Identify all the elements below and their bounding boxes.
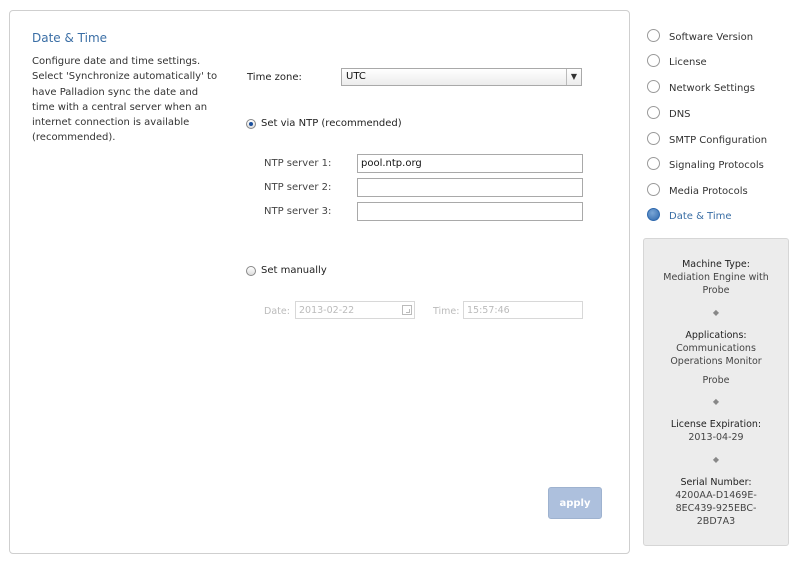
separator-icon: ◆	[712, 397, 720, 406]
timezone-select[interactable]: UTC ▼	[341, 68, 582, 86]
step-label: DNS	[669, 109, 691, 120]
step-network-settings[interactable]: Network Settings	[647, 80, 797, 99]
manual-radio[interactable]	[246, 266, 256, 276]
step-label: Date & Time	[669, 211, 732, 222]
step-label: Network Settings	[669, 83, 755, 94]
machine-type-value: Mediation Engine with	[663, 272, 769, 283]
step-circle-icon	[647, 80, 660, 93]
calendar-icon[interactable]	[402, 305, 412, 315]
date-value: 2013-02-22	[299, 305, 355, 316]
system-info-box: Machine Type: Mediation Engine with Prob…	[643, 238, 789, 546]
ntp-server-3-input[interactable]	[357, 202, 583, 221]
separator-icon: ◆	[712, 308, 720, 317]
step-smtp-configuration[interactable]: SMTP Configuration	[647, 132, 797, 151]
time-input[interactable]: 15:57:46	[463, 301, 583, 319]
step-license[interactable]: License	[647, 54, 797, 73]
step-circle-icon	[647, 54, 660, 67]
date-label: Date:	[264, 306, 290, 317]
applications-value: Communications	[676, 343, 756, 354]
manual-radio-label[interactable]: Set manually	[261, 265, 327, 276]
step-date-time[interactable]: Date & Time	[647, 208, 797, 227]
section-description: Configure date and time settings. Select…	[32, 56, 218, 144]
step-dns[interactable]: DNS	[647, 106, 797, 125]
step-circle-icon	[647, 157, 660, 170]
step-circle-active-icon	[647, 208, 660, 221]
ntp-server-3-label: NTP server 3:	[264, 206, 332, 217]
ntp-server-1-input[interactable]: pool.ntp.org	[357, 154, 583, 173]
applications-value: Probe	[702, 375, 730, 386]
step-circle-icon	[647, 106, 660, 119]
settings-panel: Date & Time Configure date and time sett…	[9, 10, 630, 554]
apply-button[interactable]: apply	[548, 487, 602, 519]
license-expiration-label: License Expiration:	[670, 419, 762, 430]
time-value: 15:57:46	[467, 305, 510, 316]
serial-number-value: 4200AA-D1469E-	[675, 490, 757, 501]
ntp-radio-label[interactable]: Set via NTP (recommended)	[261, 118, 402, 129]
time-label: Time:	[433, 306, 460, 317]
machine-type-value: Probe	[702, 285, 730, 296]
serial-number-label: Serial Number:	[680, 477, 752, 488]
step-label: Software Version	[669, 32, 754, 43]
step-label: License	[669, 57, 707, 68]
section-title: Date & Time	[32, 31, 108, 45]
ntp-radio[interactable]	[246, 119, 256, 129]
step-media-protocols[interactable]: Media Protocols	[647, 183, 797, 202]
chevron-down-icon: ▼	[566, 69, 581, 85]
date-input[interactable]: 2013-02-22	[295, 301, 415, 319]
step-signaling-protocols[interactable]: Signaling Protocols	[647, 157, 797, 176]
step-circle-icon	[647, 132, 660, 145]
timezone-value: UTC	[346, 71, 366, 82]
timezone-label: Time zone:	[247, 72, 302, 83]
step-circle-icon	[647, 183, 660, 196]
step-label: Signaling Protocols	[669, 160, 764, 171]
ntp-server-1-label: NTP server 1:	[264, 158, 332, 169]
machine-type-label: Machine Type:	[682, 259, 750, 270]
step-label: Media Protocols	[669, 186, 748, 197]
ntp-server-2-label: NTP server 2:	[264, 182, 332, 193]
serial-number-value: 8EC439-925EBC-	[675, 503, 757, 514]
applications-label: Applications:	[685, 330, 747, 341]
ntp-server-2-input[interactable]	[357, 178, 583, 197]
step-label: SMTP Configuration	[669, 135, 768, 146]
step-circle-icon	[647, 29, 660, 42]
applications-value: Operations Monitor	[670, 356, 762, 367]
serial-number-value: 2BD7A3	[696, 516, 736, 527]
separator-icon: ◆	[712, 455, 720, 464]
license-expiration-value: 2013-04-29	[688, 432, 744, 443]
step-software-version[interactable]: Software Version	[647, 29, 797, 48]
